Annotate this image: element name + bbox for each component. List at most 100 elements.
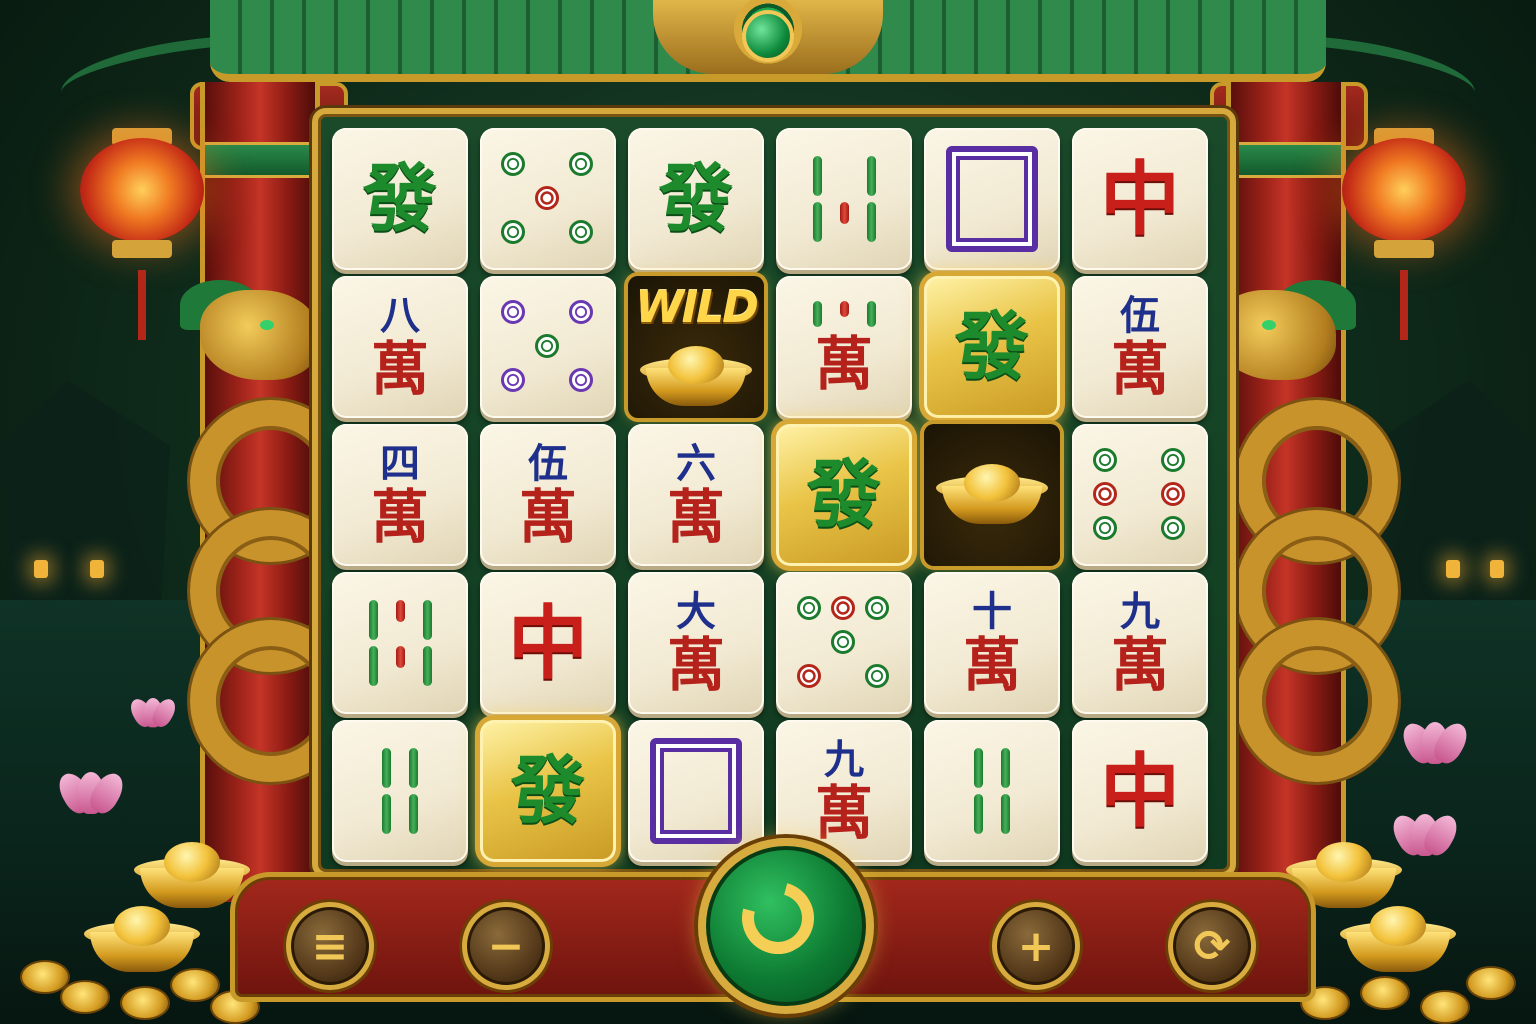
wild-label: WILD	[635, 282, 758, 333]
mahjong-tile	[1072, 424, 1208, 566]
dragon-head-icon	[200, 290, 320, 380]
bamboo-stick	[382, 748, 391, 788]
dot-pip	[1161, 482, 1185, 506]
gold-ingot-icon	[134, 842, 250, 908]
bamboo-stick	[368, 600, 378, 640]
bamboo-stick	[395, 646, 405, 668]
autoplay-icon: ⟳	[1193, 920, 1231, 972]
menu-icon: ≡	[311, 920, 349, 972]
gold-coin-icon	[120, 986, 170, 1020]
dot-pip	[865, 664, 889, 688]
mahjong-tile	[628, 720, 764, 862]
mahjong-tile	[776, 128, 912, 270]
mahjong-tile: 發	[480, 720, 616, 862]
window-light	[1446, 560, 1460, 578]
mahjong-tile: 中	[480, 572, 616, 714]
gold-ingot-icon	[84, 906, 200, 972]
character-suit: 九萬	[814, 740, 873, 847]
numeral-glyph: 伍	[1119, 292, 1160, 339]
dot-pip	[501, 220, 525, 244]
wan-glyph: 萬	[962, 631, 1021, 699]
character-suit: 九萬	[1110, 588, 1169, 699]
bet-increase-button[interactable]: +	[992, 902, 1080, 990]
bamboo-stick	[422, 646, 432, 686]
bamboo-suit-icon	[368, 600, 432, 686]
numeral-glyph: 九	[1119, 588, 1160, 635]
bamboo-stick	[866, 202, 876, 242]
green-dragon-glyph: 發	[955, 304, 1029, 390]
white-dragon-icon	[650, 738, 742, 844]
mahjong-tile	[332, 720, 468, 862]
red-dragon-glyph: 中	[1100, 152, 1180, 246]
bamboo-suit-icon	[812, 301, 876, 327]
mahjong-tile: 發	[332, 128, 468, 270]
gold-ingot-icon	[1340, 906, 1456, 972]
dot-pip	[1093, 516, 1117, 540]
mahjong-tile	[776, 572, 912, 714]
menu-button[interactable]: ≡	[286, 902, 374, 990]
numeral-glyph: 大	[675, 588, 716, 635]
dot-pip	[569, 220, 593, 244]
bamboo-stick	[395, 600, 405, 622]
dot-pip	[501, 300, 525, 324]
mahjong-tile	[480, 276, 616, 418]
lantern-right	[1342, 120, 1466, 340]
character-suit: 十萬	[962, 588, 1021, 699]
mahjong-tile: 發	[628, 128, 764, 270]
mahjong-tile	[924, 720, 1060, 862]
wan-glyph: 萬	[666, 631, 725, 699]
wan-glyph: 萬	[814, 330, 873, 398]
pillar-band	[205, 142, 315, 178]
green-dragon-glyph: 發	[807, 452, 881, 538]
bamboo-stick	[812, 301, 822, 327]
mahjong-tile	[924, 128, 1060, 270]
gold-coin-icon	[1466, 966, 1516, 1000]
wan-glyph: 萬	[1110, 335, 1169, 403]
lantern-icon	[1342, 138, 1466, 242]
wan-glyph: 萬	[370, 483, 429, 551]
dot-pip	[1161, 516, 1185, 540]
mahjong-tile	[480, 128, 616, 270]
bamboo-stick	[1001, 748, 1010, 788]
reel-board: 發發中八萬 WILD 萬發伍萬四萬伍萬六萬發中大萬十萬九萬發九萬中	[312, 108, 1236, 878]
wan-glyph: 萬	[666, 483, 725, 551]
wan-glyph: 萬	[1110, 631, 1169, 699]
mahjong-tile: 中	[1072, 128, 1208, 270]
bet-decrease-button[interactable]: −	[462, 902, 550, 990]
bamboo-stick	[812, 156, 822, 196]
green-dragon-glyph: 發	[511, 748, 585, 834]
lotus-flower	[53, 768, 129, 818]
numeral-glyph: 四	[379, 440, 420, 487]
character-suit: 伍萬	[1110, 292, 1169, 403]
gold-ingot-symbol	[924, 424, 1060, 566]
bamboo-stick	[812, 202, 822, 242]
lantern-icon	[80, 138, 204, 242]
autoplay-button[interactable]: ⟳	[1168, 902, 1256, 990]
bamboo-suit-icon	[812, 156, 876, 242]
dot-pip	[501, 152, 525, 176]
pagoda-left	[0, 380, 170, 600]
dot-pip	[569, 368, 593, 392]
dot-pip	[831, 630, 855, 654]
window-light	[1490, 560, 1504, 578]
dot-pip	[797, 596, 821, 620]
gold-ingot-icon	[936, 464, 1048, 524]
spin-button[interactable]	[698, 838, 874, 1014]
bamboo-stick	[974, 748, 983, 788]
gold-coin-icon	[1360, 976, 1410, 1010]
numeral-glyph: 八	[379, 292, 420, 339]
window-light	[90, 560, 104, 578]
dot-pip	[569, 152, 593, 176]
dot-pip	[569, 300, 593, 324]
bamboo-stick	[409, 748, 418, 788]
bamboo-stick	[974, 794, 983, 834]
bamboo-stick	[368, 646, 378, 686]
mahjong-tile: 發	[924, 276, 1060, 418]
character-suit: 伍萬	[519, 444, 577, 547]
wan-glyph: 萬	[814, 779, 873, 847]
dot-pip	[1093, 448, 1117, 472]
numeral-glyph: 十	[971, 588, 1012, 635]
character-suit: 四萬	[370, 440, 429, 551]
dragon-left	[160, 280, 352, 782]
bamboo-stick	[1001, 794, 1010, 834]
